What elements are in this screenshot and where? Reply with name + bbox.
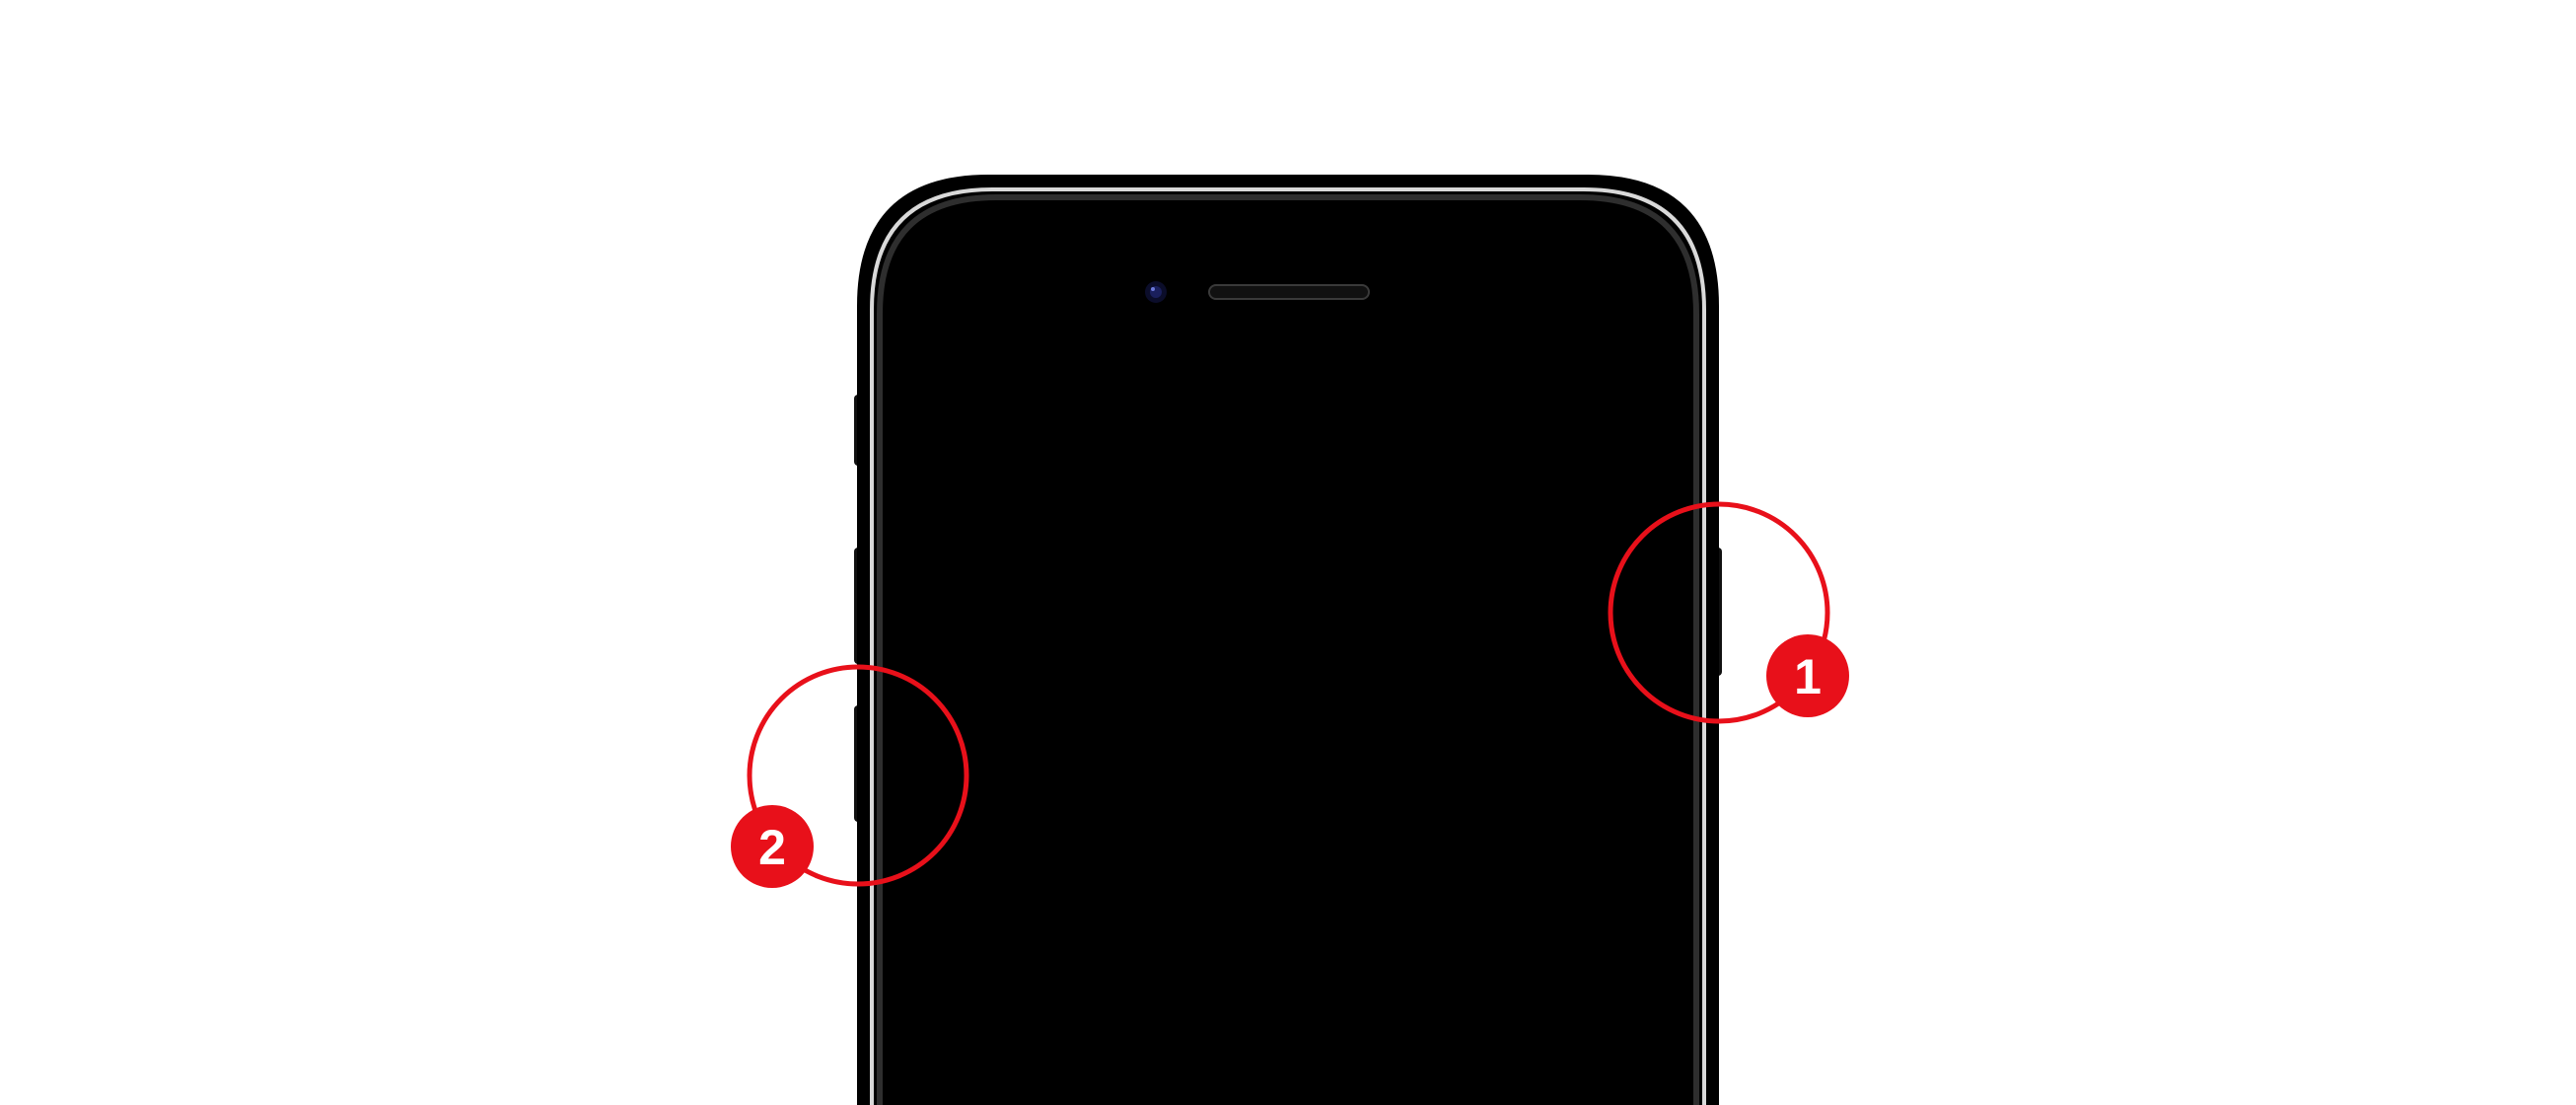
illustration-stage: 1 2 bbox=[0, 0, 2576, 1105]
front-camera-icon bbox=[1145, 281, 1167, 303]
badge-2-label: 2 bbox=[758, 820, 786, 875]
badge-1-label: 1 bbox=[1794, 649, 1822, 704]
earpiece-speaker-icon bbox=[1208, 284, 1370, 300]
phone-body bbox=[857, 175, 1719, 1105]
phone-illustration: 1 2 bbox=[731, 175, 1849, 1105]
